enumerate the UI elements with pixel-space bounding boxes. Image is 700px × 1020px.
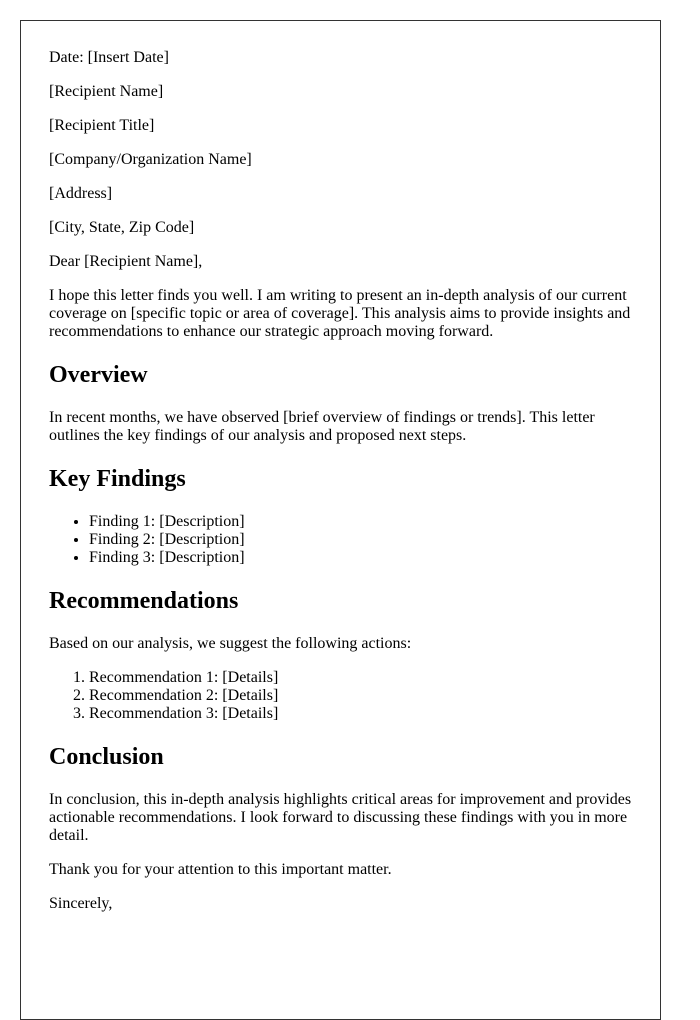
finding-item: Finding 2: [Description]	[89, 531, 632, 549]
finding-item: Finding 3: [Description]	[89, 549, 632, 567]
intro-paragraph: I hope this letter finds you well. I am …	[49, 287, 631, 340]
overview-heading: Overview	[49, 362, 148, 388]
thanks-line: Thank you for your attention to this imp…	[49, 861, 392, 878]
recommendation-item: Recommendation 3: [Details]	[89, 705, 632, 723]
city-state-zip: [City, State, Zip Code]	[49, 219, 195, 236]
recommendation-item: Recommendation 1: [Details]	[89, 669, 632, 687]
closing-line: Sincerely,	[49, 895, 113, 912]
recommendations-list: Recommendation 1: [Details] Recommendati…	[49, 669, 632, 723]
date-line: Date: [Insert Date]	[49, 49, 169, 66]
recommendation-item: Recommendation 2: [Details]	[89, 687, 632, 705]
recommendations-lead: Based on our analysis, we suggest the fo…	[49, 635, 412, 652]
key-findings-list: Finding 1: [Description] Finding 2: [Des…	[49, 513, 632, 567]
salutation: Dear [Recipient Name],	[49, 253, 203, 270]
overview-paragraph: In recent months, we have observed [brie…	[49, 409, 595, 444]
finding-item: Finding 1: [Description]	[89, 513, 632, 531]
letter-document: Date: [Insert Date] [Recipient Name] [Re…	[20, 20, 661, 1020]
recommendations-heading: Recommendations	[49, 588, 239, 614]
recipient-title: [Recipient Title]	[49, 117, 155, 134]
key-findings-heading: Key Findings	[49, 466, 186, 492]
conclusion-heading: Conclusion	[49, 744, 164, 770]
conclusion-paragraph: In conclusion, this in-depth analysis hi…	[49, 791, 632, 844]
recipient-name: [Recipient Name]	[49, 83, 164, 100]
company-name: [Company/Organization Name]	[49, 151, 252, 168]
address: [Address]	[49, 185, 113, 202]
